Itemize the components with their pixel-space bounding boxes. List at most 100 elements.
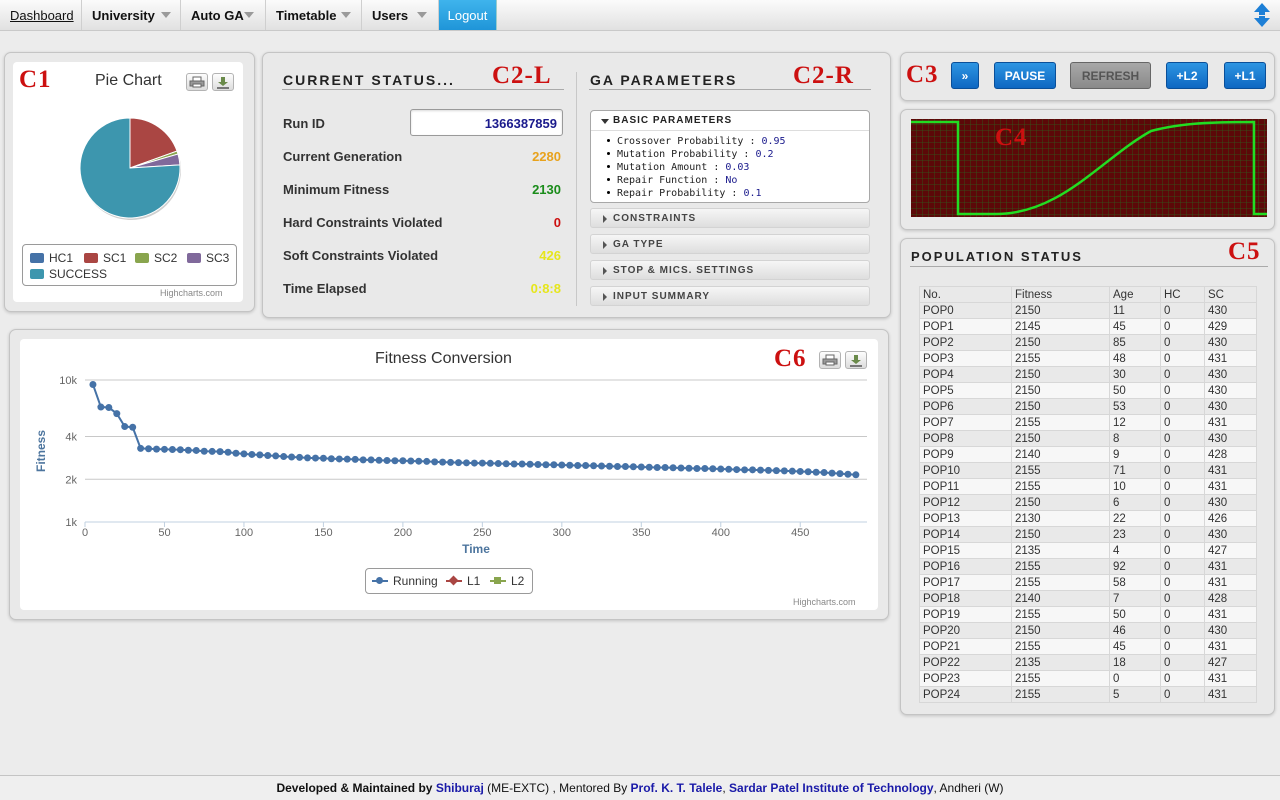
fitness-legend-item-running[interactable]: Running — [372, 574, 438, 588]
data-point[interactable] — [653, 463, 661, 471]
data-point[interactable] — [550, 461, 558, 469]
data-point[interactable] — [129, 423, 137, 431]
data-point[interactable] — [153, 445, 161, 453]
logout-button[interactable]: Logout — [439, 0, 497, 30]
data-point[interactable] — [367, 456, 375, 464]
data-point[interactable] — [304, 454, 312, 462]
data-point[interactable] — [677, 464, 685, 472]
data-point[interactable] — [844, 470, 852, 478]
data-point[interactable] — [288, 453, 296, 461]
data-point[interactable] — [526, 460, 534, 468]
data-point[interactable] — [852, 471, 860, 479]
data-point[interactable] — [478, 459, 486, 467]
data-point[interactable] — [709, 465, 717, 473]
fitness-print-button[interactable] — [819, 351, 841, 369]
refresh-button[interactable]: REFRESH — [1070, 62, 1151, 89]
data-point[interactable] — [311, 454, 319, 462]
data-point[interactable] — [486, 459, 494, 467]
data-point[interactable] — [629, 463, 637, 471]
data-point[interactable] — [804, 468, 812, 476]
data-point[interactable] — [780, 467, 788, 475]
add-l1-button[interactable]: +L1 — [1224, 62, 1266, 89]
data-point[interactable] — [796, 467, 804, 475]
fitness-legend-item-l2[interactable]: L2 — [490, 574, 524, 588]
input-summary-section[interactable]: INPUT SUMMARY — [590, 286, 870, 306]
data-point[interactable] — [820, 469, 828, 477]
data-point[interactable] — [423, 457, 431, 465]
data-point[interactable] — [192, 446, 200, 454]
data-point[interactable] — [582, 461, 590, 469]
nav-auto-ga[interactable]: Auto GA — [181, 0, 266, 30]
data-point[interactable] — [415, 457, 423, 465]
data-point[interactable] — [725, 465, 733, 473]
data-point[interactable] — [224, 448, 232, 456]
pie-legend-item-hc1[interactable]: HC1 — [30, 251, 73, 265]
data-point[interactable] — [685, 464, 693, 472]
nav-users[interactable]: Users — [362, 0, 439, 30]
data-point[interactable] — [137, 444, 145, 452]
data-point[interactable] — [613, 462, 621, 470]
data-point[interactable] — [574, 461, 582, 469]
data-point[interactable] — [733, 466, 741, 474]
data-point[interactable] — [232, 449, 240, 457]
data-point[interactable] — [343, 455, 351, 463]
data-point[interactable] — [280, 453, 288, 461]
fitness-legend-item-l1[interactable]: L1 — [446, 574, 480, 588]
data-point[interactable] — [772, 467, 780, 475]
data-point[interactable] — [701, 465, 709, 473]
data-point[interactable] — [160, 445, 168, 453]
data-point[interactable] — [828, 469, 836, 477]
data-point[interactable] — [113, 410, 121, 418]
data-point[interactable] — [121, 423, 129, 431]
data-point[interactable] — [335, 455, 343, 463]
add-l2-button[interactable]: +L2 — [1166, 62, 1208, 89]
print-button[interactable] — [186, 73, 208, 91]
data-point[interactable] — [598, 462, 606, 470]
data-point[interactable] — [510, 460, 518, 468]
footer-mentor-link[interactable]: Prof. K. T. Talele — [631, 781, 723, 795]
pie-legend-item-sc1[interactable]: SC1 — [84, 251, 126, 265]
data-point[interactable] — [200, 447, 208, 455]
pie-legend-item-sc3[interactable]: SC3 — [187, 251, 229, 265]
data-point[interactable] — [534, 461, 542, 469]
data-point[interactable] — [645, 463, 653, 471]
data-point[interactable] — [812, 468, 820, 476]
data-point[interactable] — [764, 466, 772, 474]
nav-dashboard[interactable]: Dashboard — [0, 0, 82, 30]
data-point[interactable] — [470, 459, 478, 467]
data-point[interactable] — [455, 459, 463, 467]
data-point[interactable] — [184, 446, 192, 454]
data-point[interactable] — [383, 457, 391, 465]
data-point[interactable] — [216, 448, 224, 456]
data-point[interactable] — [661, 463, 669, 471]
data-point[interactable] — [502, 460, 510, 468]
data-point[interactable] — [669, 464, 677, 472]
data-point[interactable] — [319, 454, 327, 462]
nav-university[interactable]: University — [82, 0, 181, 30]
data-point[interactable] — [256, 451, 264, 459]
data-point[interactable] — [105, 404, 113, 412]
data-point[interactable] — [327, 455, 335, 463]
nav-timetable[interactable]: Timetable — [266, 0, 362, 30]
data-point[interactable] — [296, 453, 304, 461]
data-point[interactable] — [717, 465, 725, 473]
fitness-export-button[interactable] — [845, 351, 867, 369]
data-point[interactable] — [621, 462, 629, 470]
data-point[interactable] — [168, 446, 176, 454]
data-point[interactable] — [375, 456, 383, 464]
pie-legend-item-sc2[interactable]: SC2 — [135, 251, 177, 265]
sync-arrows-icon[interactable] — [1249, 2, 1275, 28]
footer-dev-link[interactable]: Shiburaj — [436, 781, 484, 795]
data-point[interactable] — [431, 458, 439, 466]
pause-button[interactable]: PAUSE — [994, 62, 1056, 89]
footer-institute-link[interactable]: Sardar Patel Institute of Technology — [729, 781, 933, 795]
data-point[interactable] — [351, 455, 359, 463]
data-point[interactable] — [606, 462, 614, 470]
data-point[interactable] — [272, 452, 280, 460]
data-point[interactable] — [447, 458, 455, 466]
data-point[interactable] — [439, 458, 447, 466]
data-point[interactable] — [590, 462, 598, 470]
data-point[interactable] — [518, 460, 526, 468]
data-point[interactable] — [97, 403, 105, 411]
basic-parameters-header[interactable]: BASIC PARAMETERS — [591, 111, 869, 131]
